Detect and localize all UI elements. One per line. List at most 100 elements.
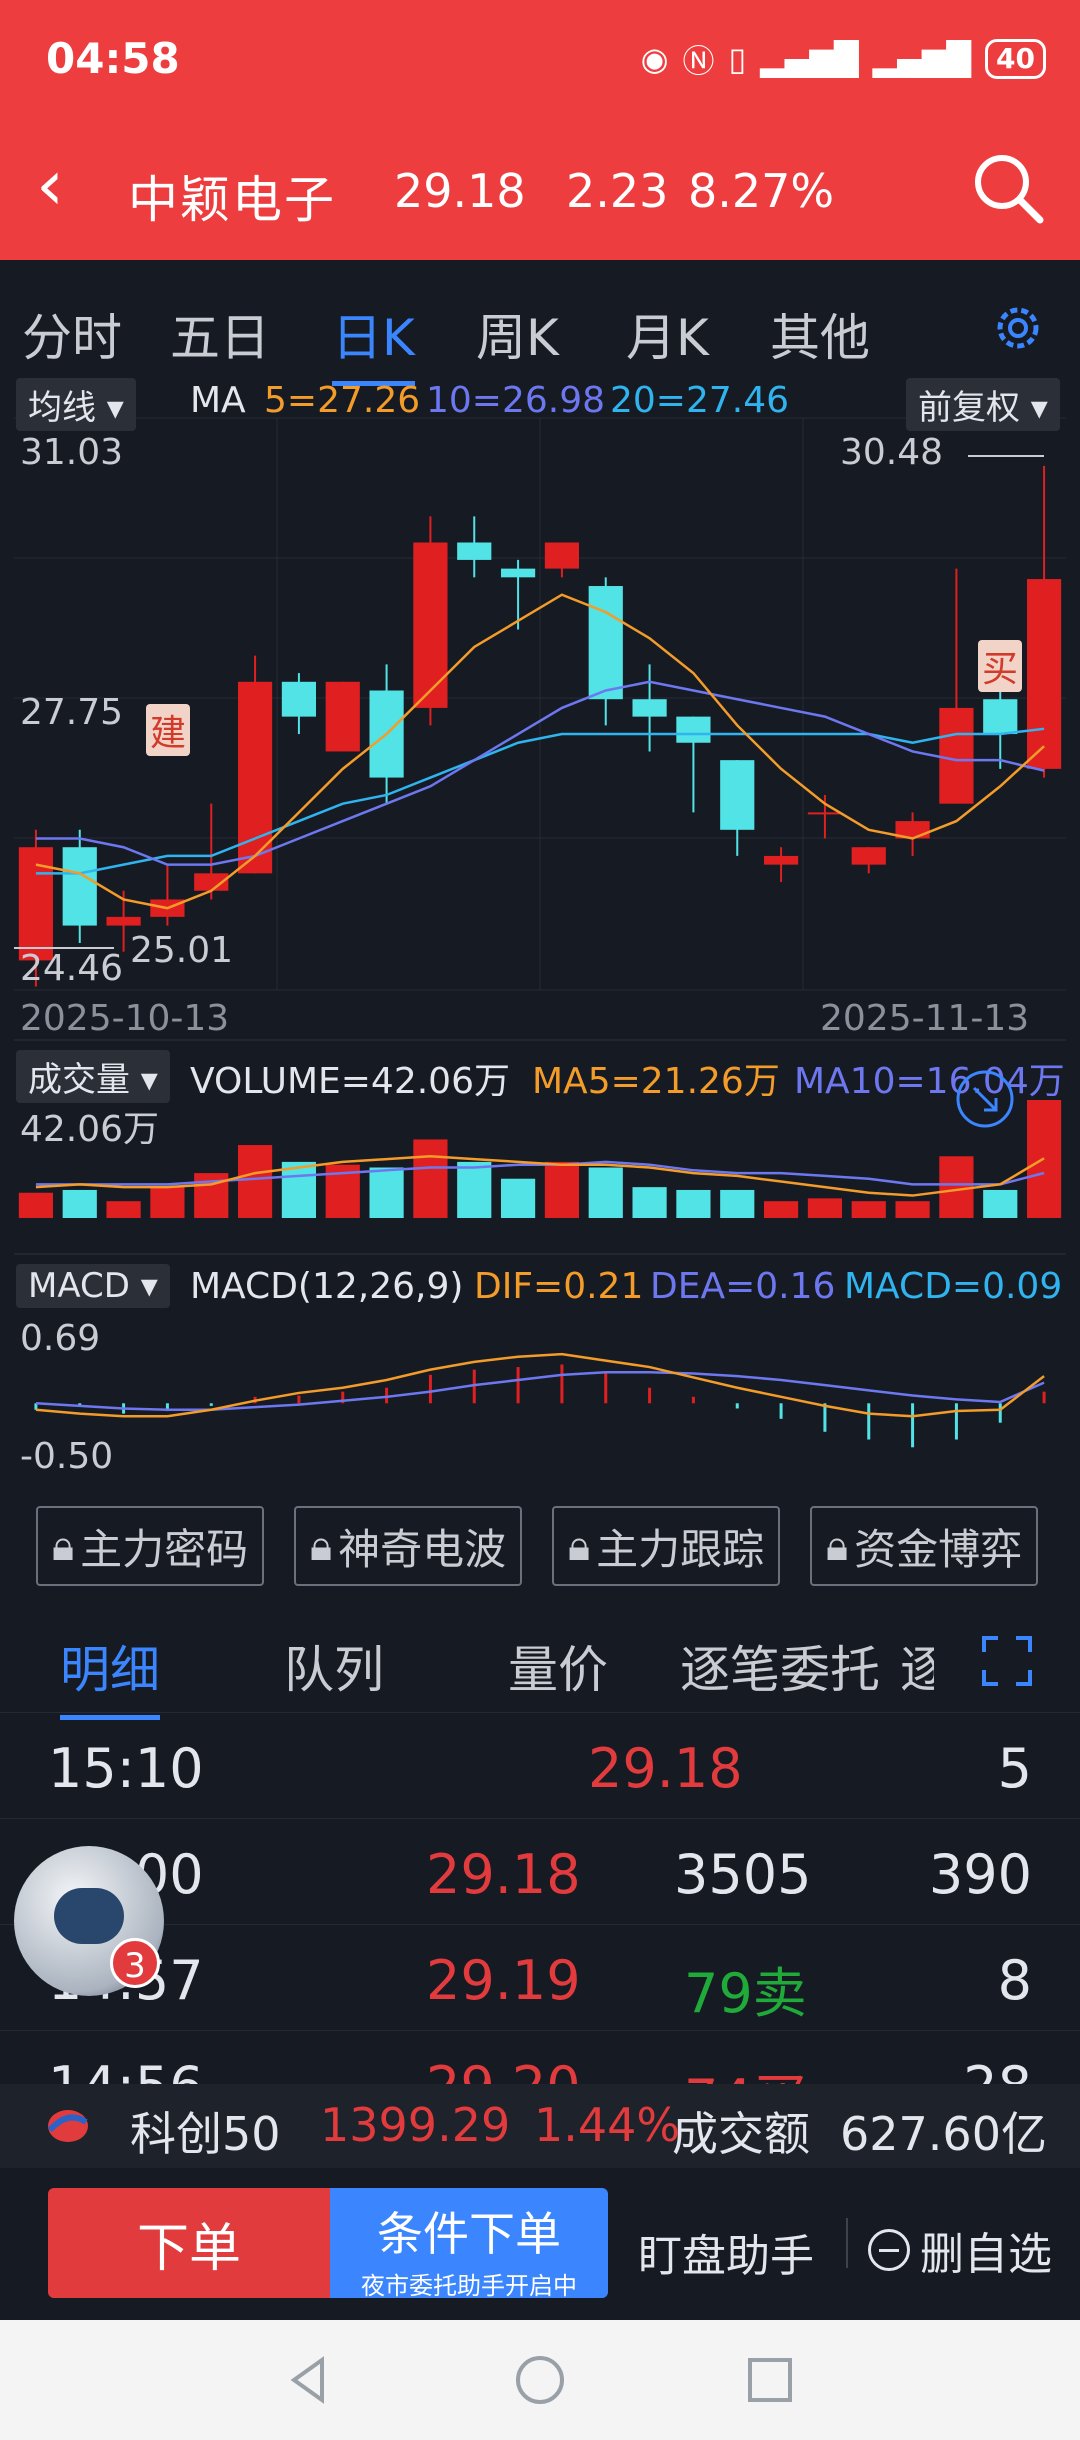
volume-indicator-label: 成交量 [28,1060,130,1100]
system-nav-bar [0,2320,1080,2440]
battery-icon: 40 [985,39,1046,79]
back-arrow-icon[interactable]: ‹ [36,150,64,220]
macd-dea: DEA=0.16 [650,1266,836,1307]
tab-monthly-k[interactable]: 月K [626,298,709,370]
date-start: 2025-10-13 [20,998,230,1039]
kline-chart[interactable]: 均线 ▾ MA 5=27.26 10=26.98 20=27.46 前复权 ▾ … [14,378,1066,1478]
volume-ma5: MA5=21.26万 [532,1061,780,1102]
minus-circle-icon [868,2229,910,2271]
trade-volume: 79卖 [684,1962,807,2025]
volume-bar [62,1189,97,1218]
macd-dropdown[interactable]: MACD ▾ [16,1264,170,1308]
signal2-icon: ▂▄▆█ [872,40,972,78]
home-nav-icon[interactable] [512,2352,568,2408]
volume-bar [676,1189,711,1218]
macd-dif: DIF=0.21 [474,1266,644,1307]
remove-favorite-label: 删自选 [920,2229,1052,2280]
trade-row: 15:10 29.18 5 [0,1712,1080,1818]
expand-icon[interactable] [980,1634,1034,1688]
volume-bar [895,1201,930,1218]
candle-body [983,699,1018,735]
volume-bar [237,1145,273,1218]
macd-indicator-label: MACD [28,1266,130,1306]
y-axis-bottom: 24.46 [20,948,124,989]
volume-bar [807,1198,843,1218]
monitor-assistant-button[interactable]: 盯盘助手 [638,2220,814,2284]
volume-bar [18,1192,54,1218]
tab-order-by-order[interactable]: 逐笔委托 [680,1630,880,1702]
trade-price: 29.18 [588,1737,743,1800]
volume-bar [369,1167,404,1218]
candle-body [1026,579,1062,769]
candle-body [281,681,317,717]
feature-main-code-button[interactable]: 🔒︎ 主力密码 [36,1506,264,1586]
back-nav-icon[interactable] [282,2352,338,2408]
lock-icon: 🔒︎ [309,1521,333,1570]
index-ticker[interactable]: 科创50 1399.29 1.44% 成交额 627.60亿 [0,2084,1080,2168]
high-price-mark: 30.48 [840,432,944,473]
indicator-dropdown[interactable]: 均线 ▾ [16,378,136,431]
stock-change-pct: 8.27% [688,164,835,218]
feature-main-tracking-button[interactable]: 🔒︎ 主力跟踪 [552,1506,780,1586]
tab-overflow[interactable]: 逐 [900,1630,934,1702]
stock-change: 2.23 [566,164,669,218]
volume-bar [150,1187,185,1218]
volume-bar [632,1187,667,1218]
tab-queue[interactable]: 队列 [284,1630,384,1702]
trade-price: 29.18 [426,1843,581,1906]
volume-bar [720,1189,755,1218]
assistant-avatar-button[interactable]: 3 [14,1846,164,1996]
volume-bar [106,1201,141,1218]
volume-bar [281,1161,317,1218]
low-price-mark: 25.01 [130,930,234,971]
candle-body [106,916,141,926]
tab-five-day[interactable]: 五日 [170,298,270,370]
macd-y-bottom: -0.50 [20,1436,114,1477]
recents-nav-icon[interactable] [742,2352,798,2408]
feature-fund-game-button[interactable]: 🔒︎ 资金博弈 [810,1506,1038,1586]
volume-bar [983,1189,1018,1218]
chart-canvas[interactable] [14,378,1066,1478]
volume-ma10-line [35,1160,1045,1186]
tab-daily-k[interactable]: 日K [332,298,415,386]
trade-volume: 3505 [674,1843,812,1906]
kline-tabs: 分时 五日 日K 周K 月K 其他 [0,270,1080,386]
candle-body [457,542,492,560]
gear-icon[interactable] [990,300,1046,356]
tab-weekly-k[interactable]: 周K [476,298,559,370]
candle-body [62,847,97,926]
candle-body [676,716,711,743]
lock-icon: 🔒︎ [825,1521,849,1570]
conditional-order-sub: 夜市委托助手开启中 [361,2272,577,2300]
adjust-dropdown[interactable]: 前复权 ▾ [906,378,1060,431]
search-icon[interactable] [970,150,1046,226]
index-pct: 1.44% [534,2098,681,2152]
build-position-marker[interactable]: 建 [146,704,191,756]
fullscreen-toggle-icon[interactable] [954,1068,1016,1130]
volume-bar [763,1201,799,1218]
buy-marker[interactable]: 买 [978,640,1023,692]
dea-line [35,1370,1045,1412]
feature-magic-wave-button[interactable]: 🔒︎ 神奇电波 [294,1506,522,1586]
tab-other[interactable]: 其他 [770,298,870,370]
remove-favorite-button[interactable]: 删自选 [868,2218,1052,2282]
eye-icon: ◉ [640,40,669,78]
dif-line [35,1352,1045,1418]
trade-row: 14:56 29.20 74买 28 [0,2030,1080,2084]
ma20-value: 20=27.46 [610,380,790,421]
trade-count: 390 [928,1843,1032,1906]
tab-intraday[interactable]: 分时 [22,298,122,370]
index-value: 1399.29 [320,2098,511,2152]
y-axis-mid: 27.75 [20,692,124,733]
trade-time: 14:56 [48,2055,204,2084]
volume-bar [413,1139,448,1218]
signal-icon: ▂▄▆█ [760,40,859,78]
candle-body [720,760,755,830]
volume-dropdown[interactable]: 成交量 ▾ [16,1050,170,1103]
order-button[interactable]: 下单 [48,2188,330,2298]
tab-detail[interactable]: 明细 [60,1630,160,1720]
conditional-order-button[interactable]: 条件下单 夜市委托助手开启中 [330,2188,608,2300]
trade-time: 15:10 [48,1737,204,1800]
tab-volume-price[interactable]: 量价 [508,1630,608,1702]
status-time: 04:58 [46,34,180,83]
